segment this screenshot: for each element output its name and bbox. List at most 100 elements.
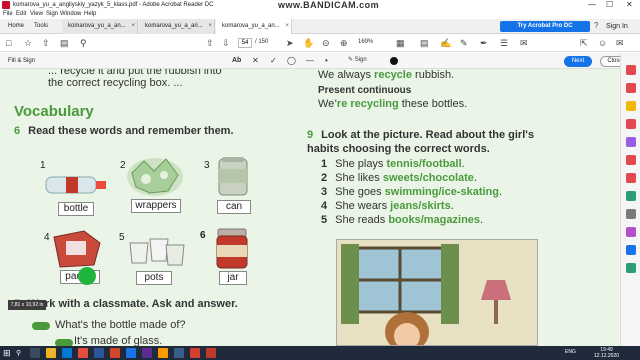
menu-file[interactable]: File: [3, 11, 13, 17]
system-clock[interactable]: 19:49 12.12.2020: [594, 347, 619, 359]
tab-tools[interactable]: Tools: [34, 19, 58, 34]
hand-tool-icon[interactable]: ✋: [303, 37, 314, 49]
opera-icon[interactable]: [78, 348, 88, 358]
menu-view[interactable]: View: [30, 11, 43, 17]
language-indicator[interactable]: ENG: [565, 349, 576, 355]
word-label-pots: pots: [136, 271, 172, 285]
try-acrobat-pro-button[interactable]: Try Acrobat Pro DC: [500, 21, 590, 32]
comment-icon[interactable]: ✍: [440, 37, 451, 49]
print-icon[interactable]: ▤: [60, 37, 69, 49]
file-explorer-icon[interactable]: [46, 348, 56, 358]
example-text: these bottles.: [398, 98, 468, 110]
attach-icon[interactable]: ✉: [520, 37, 528, 49]
acrobat-taskbar-icon[interactable]: [190, 348, 200, 358]
close-window-button[interactable]: ✕: [626, 0, 633, 9]
page-number-input[interactable]: 54: [238, 38, 252, 48]
sentence-row: 2 She likes sweets/chocolate.: [321, 172, 477, 184]
document-page[interactable]: ... recycle it and put the rubbish into …: [0, 69, 620, 346]
edit-pdf-icon[interactable]: [626, 119, 636, 129]
sentence-number: 4: [321, 200, 328, 212]
visual-studio-icon[interactable]: [142, 348, 152, 358]
send-signature-icon[interactable]: [626, 245, 636, 255]
tab-home[interactable]: Home: [8, 19, 30, 34]
zoom-in-icon[interactable]: ⊕: [340, 37, 348, 49]
bandicam-watermark: www.BANDICAM.com: [278, 0, 380, 10]
select-cursor-icon[interactable]: ➤: [286, 37, 294, 49]
task-view-icon[interactable]: [30, 348, 40, 358]
example-text: We always: [318, 69, 375, 81]
scrolling-mode-icon[interactable]: ▤: [420, 37, 429, 49]
maximize-button[interactable]: ☐: [606, 0, 613, 9]
next-page-icon[interactable]: ⇩: [222, 37, 230, 49]
edge-icon[interactable]: [62, 348, 72, 358]
sentence-text: .: [473, 172, 477, 184]
word-icon[interactable]: [94, 348, 104, 358]
create-pdf-icon[interactable]: [626, 65, 636, 75]
sentence-row: 3 She goes swimming/ice-skating.: [321, 186, 502, 198]
color-picker-icon[interactable]: [390, 57, 398, 65]
menu-window[interactable]: Window: [60, 11, 81, 17]
app-icon[interactable]: [174, 348, 184, 358]
cross-mark-icon[interactable]: ✕: [252, 56, 259, 66]
scan-icon[interactable]: [626, 191, 636, 201]
next-button[interactable]: Next: [564, 56, 592, 67]
dot-tool-icon[interactable]: •: [325, 56, 328, 66]
sentence-text: She likes: [335, 172, 383, 184]
page-count: / 150: [255, 39, 269, 45]
sign-in-link[interactable]: Sign In: [606, 23, 628, 30]
sign-button[interactable]: ✎ Sign: [348, 56, 367, 63]
print-production-icon[interactable]: [626, 209, 636, 219]
word-label-jar: jar: [219, 271, 247, 285]
grammar-example-present-continuous: We're recycling these bottles.: [318, 98, 467, 110]
app-icon[interactable]: [158, 348, 168, 358]
check-mark-icon[interactable]: ✓: [270, 56, 277, 66]
email-icon[interactable]: ✉: [616, 37, 624, 49]
windows-start-icon[interactable]: ⊞: [3, 348, 11, 358]
wrappers-image: [127, 158, 183, 196]
zoom-out-icon[interactable]: ⊝: [322, 37, 330, 49]
fill-sign-icon[interactable]: [626, 227, 636, 237]
zoom-level-select[interactable]: 169%: [358, 39, 373, 45]
more-tools-icon[interactable]: [626, 263, 636, 273]
exercise-text: Read these words and remember them.: [28, 125, 234, 137]
text-icon[interactable]: ☰: [500, 37, 508, 49]
sentence-text: .: [450, 200, 454, 212]
export-pdf-icon[interactable]: [626, 83, 636, 93]
menu-help[interactable]: Help: [84, 11, 96, 17]
line-tool-icon[interactable]: —: [306, 56, 314, 66]
menu-edit[interactable]: Edit: [16, 11, 26, 17]
chrome-icon[interactable]: [126, 348, 136, 358]
account-icon[interactable]: ☺: [598, 37, 607, 49]
search-icon[interactable]: ⚲: [80, 37, 87, 49]
close-tab-icon[interactable]: ×: [285, 23, 289, 29]
bookmark-star-icon[interactable]: ☆: [24, 37, 32, 49]
tab-document-1[interactable]: komarova_yu_a_an... ×: [62, 19, 138, 34]
word-label-wrappers: wrappers: [131, 199, 181, 213]
protect-icon[interactable]: [626, 173, 636, 183]
share-icon[interactable]: ⇱: [580, 37, 588, 49]
sentence-number: 1: [321, 158, 328, 170]
main-toolbar: □ ☆ ⇧ ▤ ⚲ ⇧ ⇩ 54 / 150 ➤ ✋ ⊝ ⊕ 169% ▦ ▤ …: [0, 34, 640, 52]
fit-page-icon[interactable]: ▦: [396, 37, 405, 49]
bandicam-taskbar-icon[interactable]: [206, 348, 216, 358]
search-icon[interactable]: ⚲: [16, 349, 21, 357]
tab-document-3[interactable]: komarova_yu_a_an... ×: [216, 19, 292, 34]
exercise-text: Work with a classmate. Ask and answer.: [28, 298, 238, 310]
combine-files-icon[interactable]: [626, 155, 636, 165]
previous-page-icon[interactable]: ⇧: [206, 37, 214, 49]
powerpoint-icon[interactable]: [110, 348, 120, 358]
menu-sign[interactable]: Sign: [46, 11, 58, 17]
circle-tool-icon[interactable]: ◯: [287, 56, 296, 66]
tab-document-2[interactable]: komarova_yu_a_ari... ×: [139, 19, 215, 34]
highlight-icon[interactable]: ✎: [460, 37, 468, 49]
organize-pages-icon[interactable]: [626, 137, 636, 147]
close-tab-icon[interactable]: ×: [131, 23, 135, 29]
comment-tool-icon[interactable]: [626, 101, 636, 111]
draw-icon[interactable]: ✒: [480, 37, 488, 49]
close-tab-icon[interactable]: ×: [208, 23, 212, 29]
upload-icon[interactable]: ⇧: [42, 37, 50, 49]
minimize-button[interactable]: —: [588, 0, 596, 9]
add-text-tool[interactable]: Ab: [232, 56, 241, 66]
help-icon[interactable]: ?: [594, 21, 598, 30]
save-icon[interactable]: □: [6, 37, 11, 49]
